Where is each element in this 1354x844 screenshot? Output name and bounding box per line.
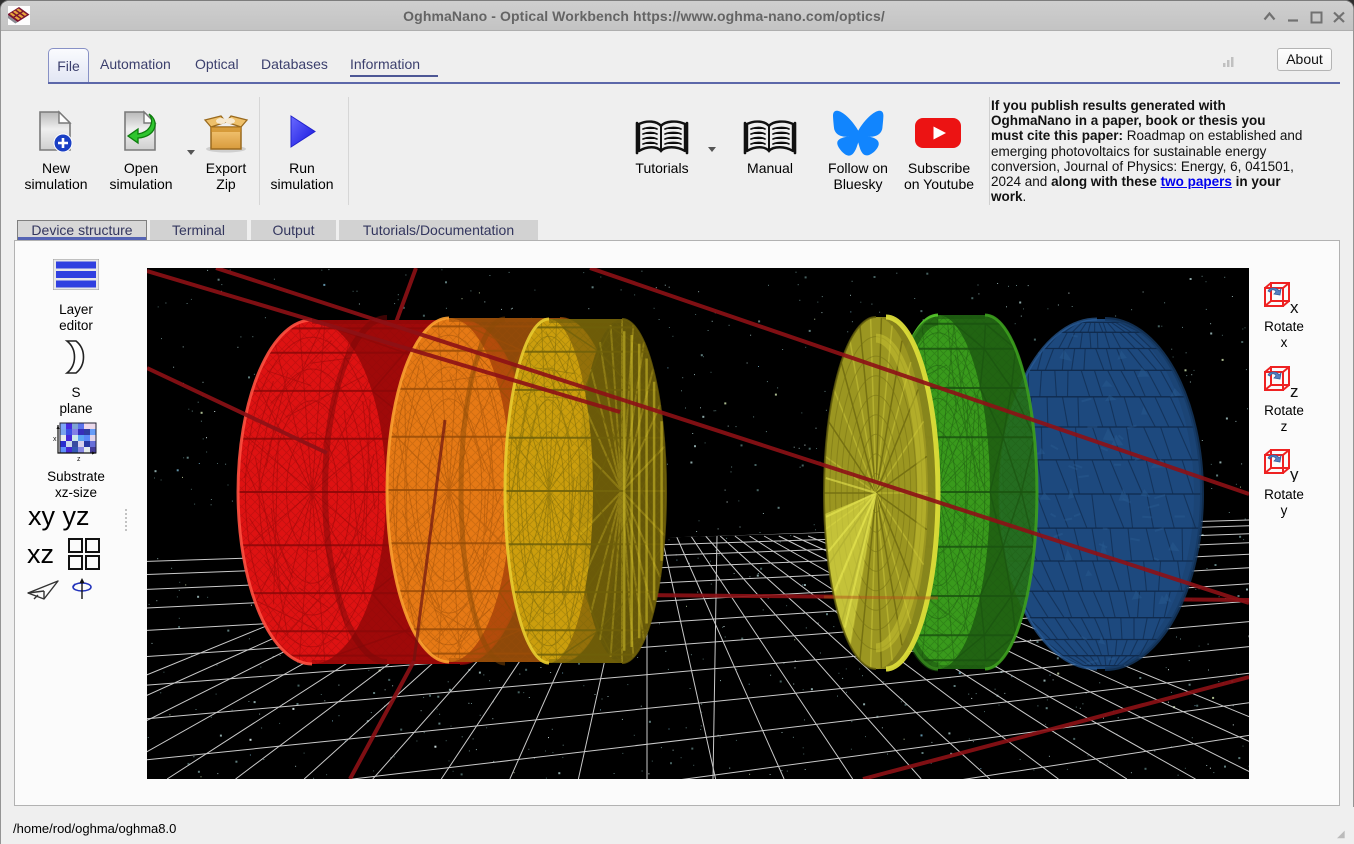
svg-text:x: x: [53, 436, 57, 443]
svg-text:y: y: [1290, 465, 1299, 482]
svg-text:z: z: [77, 456, 81, 462]
svg-text:x: x: [1290, 298, 1299, 315]
svg-text:z: z: [1290, 382, 1299, 399]
